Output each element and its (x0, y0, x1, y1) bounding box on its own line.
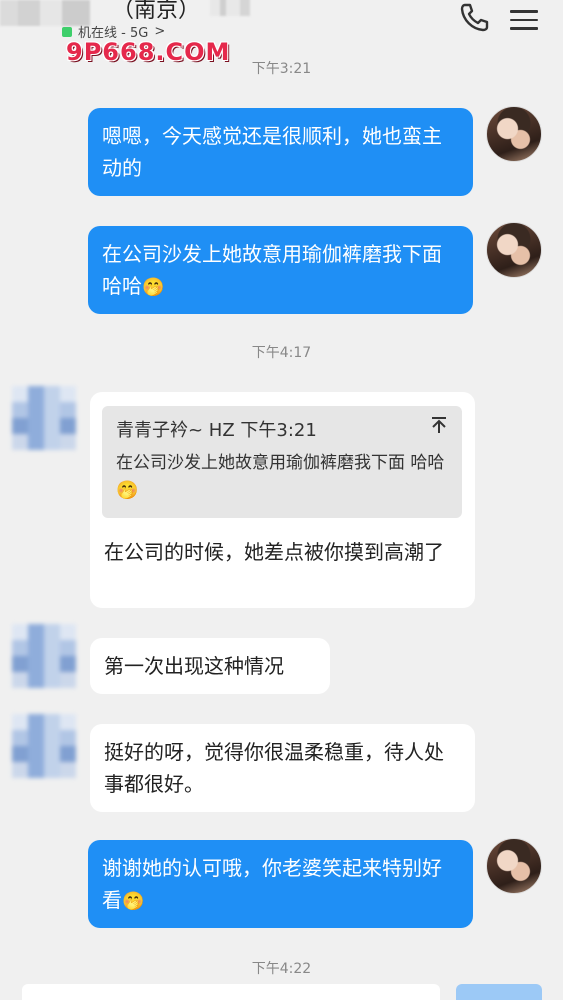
timestamp: 下午4:17 (251, 345, 312, 361)
chat-screen: （南京） 机在线 - 5G > 9P668.COM 下午3:21 嗯嗯，今天感觉… (0, 0, 563, 1000)
quote-time: 下午3:21 (240, 420, 317, 441)
contact-avatar-blurred[interactable] (12, 386, 76, 450)
message-text: 嗯嗯，今天感觉还是很顺利，她也蛮主动的 (102, 124, 442, 180)
message-text: 第一次出现这种情况 (104, 654, 284, 678)
blurred-name-suffix (210, 0, 250, 16)
shush-emoji-icon: 🤭 (116, 480, 139, 501)
message-bubble-incoming[interactable]: 第一次出现这种情况 (90, 638, 330, 694)
shush-emoji-icon: 🤭 (142, 277, 165, 298)
message-input[interactable] (22, 984, 440, 1000)
contact-avatar-blurred[interactable] (12, 714, 76, 778)
pin-up-icon[interactable] (430, 416, 448, 442)
message-bubble-incoming[interactable]: 挺好的呀，觉得你很温柔稳重，待人处事都很好。 (90, 724, 475, 812)
shush-emoji-icon: 🤭 (122, 891, 145, 912)
message-text: 谢谢她的认可哦，你老婆笑起来特别好看 (102, 856, 442, 912)
message-text: 在公司的时候，她差点被你摸到高潮了 (104, 540, 444, 564)
status-dot-icon (62, 26, 72, 37)
message-bubble-outgoing[interactable]: 嗯嗯，今天感觉还是很顺利，她也蛮主动的 (88, 108, 473, 196)
chat-header: （南京） 机在线 - 5G > 9P668.COM (0, 0, 563, 66)
message-bubble-outgoing[interactable]: 谢谢她的认可哦，你老婆笑起来特别好看🤭 (88, 840, 473, 928)
message-text-container: 在公司的时候，她差点被你摸到高潮了 (90, 532, 475, 608)
send-button[interactable] (456, 984, 542, 1000)
contact-avatar-blurred[interactable] (12, 624, 76, 688)
my-avatar[interactable] (486, 838, 542, 894)
quote-author: 青青子衿~ HZ (116, 420, 235, 441)
contact-name[interactable]: （南京） (112, 0, 200, 24)
timestamp: 下午4:22 (251, 961, 312, 977)
timestamp: 下午3:21 (251, 61, 312, 77)
my-avatar[interactable] (486, 222, 542, 278)
quote-text: 在公司沙发上她故意用瑜伽裤磨我下面 哈哈 (116, 453, 445, 473)
my-avatar[interactable] (486, 106, 542, 162)
quoted-message[interactable]: 青青子衿~ HZ 下午3:21 在公司沙发上她故意用瑜伽裤磨我下面 哈哈 🤭 (102, 406, 462, 518)
phone-call-icon[interactable] (458, 2, 490, 32)
message-bubble-outgoing[interactable]: 在公司沙发上她故意用瑜伽裤磨我下面 哈哈🤭 (88, 226, 473, 314)
status-chevron-icon: > (154, 24, 166, 39)
message-text: 挺好的呀，觉得你很温柔稳重，待人处事都很好。 (104, 740, 444, 796)
menu-icon[interactable] (510, 4, 538, 30)
